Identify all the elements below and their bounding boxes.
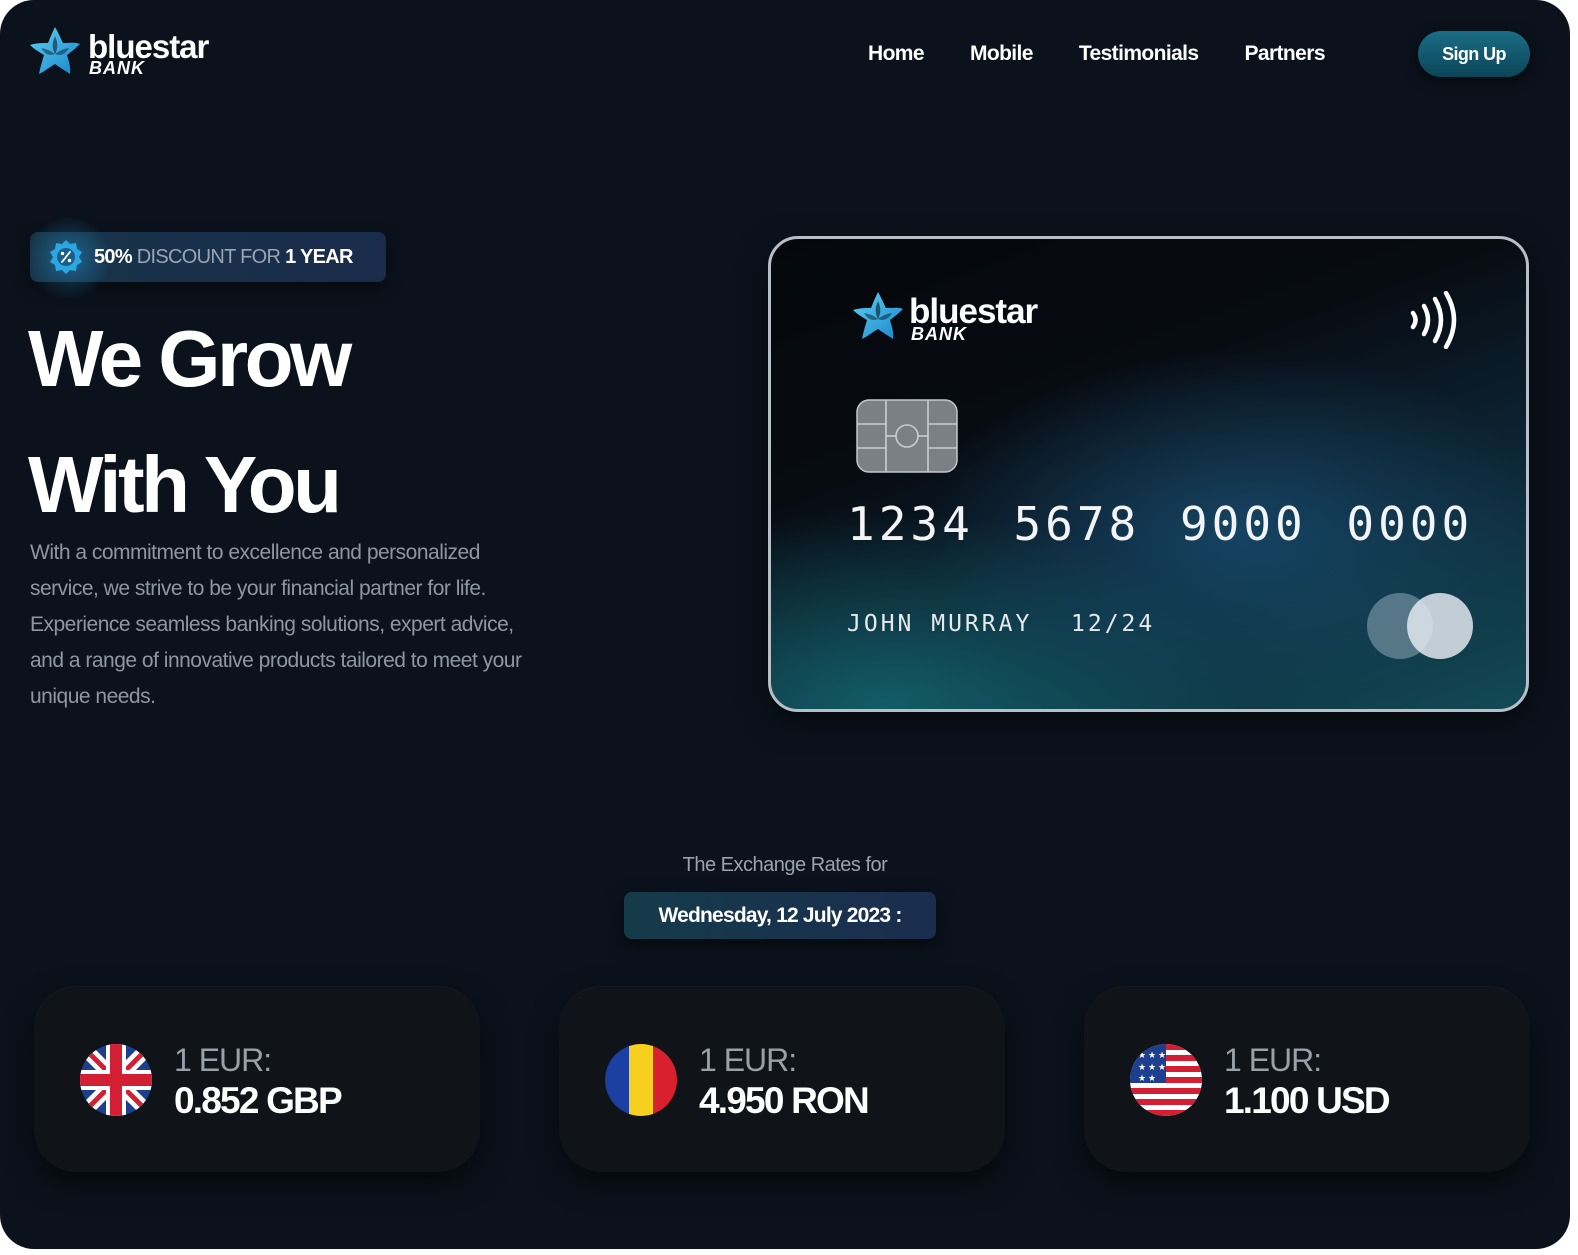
rate-unit: 1 EUR: [174,1042,272,1078]
svg-text:★: ★ [1138,1074,1146,1084]
hero-title: We Grow With You [28,296,352,548]
rate-unit: 1 EUR: [699,1042,797,1078]
rate-value: 0.852 GBP [174,1080,343,1121]
main-nav: Home Mobile Testimonials Partners [840,36,1371,72]
badge-middle: DISCOUNT FOR [131,245,286,268]
rate-card-gbp: 1 EUR: 0.852 GBP [34,986,480,1172]
hero-description: With a commitment to excellence and pers… [30,541,522,708]
romania-flag-icon [605,1044,677,1116]
exchange-label: The Exchange Rates for [682,854,888,876]
hero-title-line1: We Grow [28,314,352,403]
credit-card: bluestar BANK 1234 5678 9000 0000 JOHN M… [768,236,1529,712]
rate-card-ron: 1 EUR: 4.950 RON [559,986,1005,1172]
svg-text:★: ★ [1148,1074,1156,1084]
svg-text:★: ★ [1148,1051,1156,1061]
nav-home[interactable]: Home [868,42,925,66]
rate-unit: 1 EUR: [1224,1042,1322,1078]
nav-partners[interactable]: Partners [1244,42,1325,66]
svg-text:★: ★ [1158,1063,1166,1073]
chip-icon [856,399,958,473]
brand-logo[interactable]: bluestar BANK [28,24,228,84]
card-holder: JOHN MURRAY [847,611,1033,637]
discount-icon [50,240,82,274]
svg-text:★: ★ [1138,1051,1146,1061]
exchange-date: Wednesday, 12 July 2023 : [624,892,936,939]
svg-text:★: ★ [1148,1063,1156,1073]
hero-title-line2: With You [28,440,342,529]
rate-value: 4.950 RON [699,1080,870,1121]
signup-button[interactable]: Sign Up [1418,31,1530,77]
card-expiry: 12/24 [1071,611,1156,637]
rate-value: 1.100 USD [1224,1080,1391,1121]
discount-badge: 50% DISCOUNT FOR 1 YEAR [24,218,386,298]
mastercard-circle-right [1407,593,1473,659]
uk-flag-icon [80,1044,152,1116]
usa-flag-icon: ★ ★ ★ ★ ★ ★ ★ ★ [1130,1044,1202,1116]
svg-text:★: ★ [1138,1063,1146,1073]
contactless-icon [1410,291,1457,349]
nav-mobile[interactable]: Mobile [970,42,1034,66]
card-brand-logo: bluestar BANK [851,289,1051,349]
star-logo-icon [853,292,903,339]
badge-percent: 50% [94,245,133,268]
card-number: 1234 5678 9000 0000 [847,497,1474,551]
rate-card-usd: ★ ★ ★ ★ ★ ★ ★ ★ 1 EUR: 1.100 USD [1084,986,1530,1172]
star-logo-icon [30,27,80,74]
page: bluestar BANK Home Mobile Testimonials P… [0,0,1570,1249]
svg-text:★: ★ [1158,1051,1166,1061]
nav-testimonials[interactable]: Testimonials [1079,42,1199,66]
mastercard-logo [1367,591,1477,661]
badge-duration: 1 YEAR [285,245,353,268]
